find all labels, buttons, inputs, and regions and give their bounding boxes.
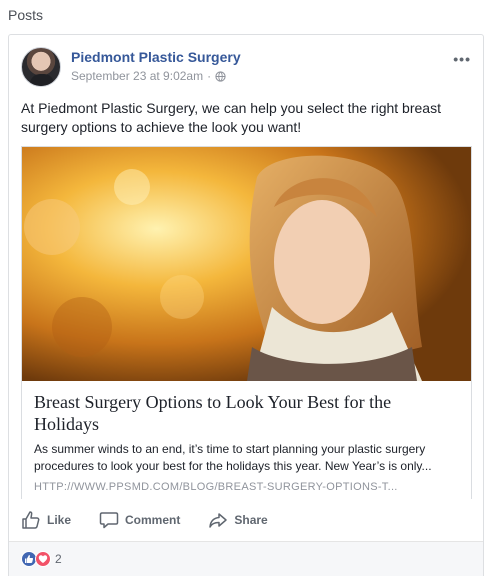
thumbs-up-icon	[22, 511, 40, 529]
post-header: Piedmont Plastic Surgery September 23 at…	[21, 47, 471, 91]
post-text: At Piedmont Plastic Surgery, we can help…	[21, 100, 441, 135]
share-icon	[209, 513, 228, 528]
heart-reaction-icon	[35, 551, 51, 567]
post-timestamp[interactable]: September 23 at 9:02am	[71, 69, 203, 83]
post-meta: September 23 at 9:02am ·	[71, 69, 226, 83]
link-title[interactable]: Breast Surgery Options to Look Your Best…	[34, 391, 459, 435]
reaction-count[interactable]: 2	[55, 552, 62, 566]
avatar[interactable]	[21, 47, 61, 87]
post-footer: 2	[9, 542, 483, 576]
reactions-summary[interactable]: 2	[21, 551, 62, 567]
link-domain: HTTP://WWW.PPSMD.COM/BLOG/BREAST-SURGERY…	[34, 481, 398, 493]
like-button[interactable]: Like	[21, 510, 71, 530]
comment-icon	[99, 512, 119, 529]
section-title: Posts	[8, 7, 44, 23]
page-name-link[interactable]: Piedmont Plastic Surgery	[71, 49, 241, 65]
globe-icon[interactable]	[215, 70, 226, 82]
link-preview-body[interactable]: Breast Surgery Options to Look Your Best…	[22, 381, 471, 499]
link-image-illustration	[22, 147, 471, 381]
link-preview-image[interactable]	[22, 147, 471, 381]
share-label: Share	[234, 513, 268, 527]
share-button[interactable]: Share	[208, 510, 268, 530]
post-card: Piedmont Plastic Surgery September 23 at…	[8, 34, 484, 576]
post-actions: Like Comment Share	[21, 509, 471, 531]
like-label: Like	[47, 513, 72, 527]
link-description: As summer winds to an end, it’s time to …	[34, 442, 432, 473]
comment-label: Comment	[125, 513, 181, 527]
meta-separator: ·	[207, 69, 212, 83]
more-options-icon[interactable]: •••	[453, 51, 471, 67]
link-preview[interactable]: Breast Surgery Options to Look Your Best…	[21, 146, 472, 499]
comment-button[interactable]: Comment	[99, 510, 180, 530]
